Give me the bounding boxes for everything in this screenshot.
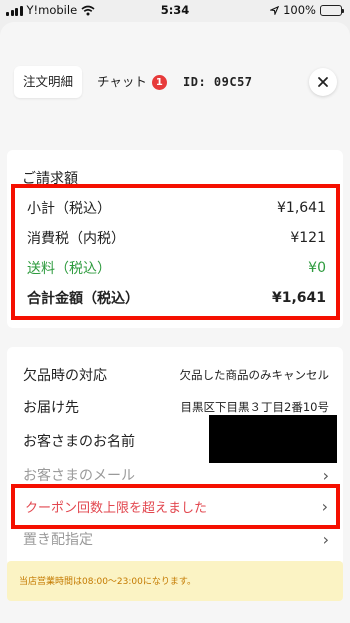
subtotal-row: 小計（税込） ¥1,641 — [27, 198, 326, 218]
chevron-right-icon: › — [321, 497, 328, 516]
tab-bar: 注文明細 チャット 1 ID: 09C57 — [0, 66, 350, 100]
close-icon — [318, 77, 328, 87]
coupon-row[interactable]: クーポン回数上限を超えました › — [25, 488, 328, 525]
leave-at-door-label: 置き配指定 — [23, 532, 93, 548]
chevron-right-icon: › — [322, 529, 329, 549]
customer-email-label: お客さまのメール — [23, 468, 135, 484]
coupon-message: クーポン回数上限を超えました — [25, 501, 208, 516]
shipping-row: 送料（税込） ¥0 — [27, 258, 326, 278]
tax-row: 消費税（内税） ¥121 — [27, 228, 326, 248]
order-id: ID: 09C57 — [183, 75, 253, 89]
business-hours-notice: 当店営業時間は08:00〜23:00になります。 — [7, 561, 343, 601]
subtotal-label: 小計（税込） — [27, 201, 111, 217]
battery-percent: 100% — [283, 3, 316, 17]
tab-chat-label: チャット — [97, 74, 147, 89]
close-button[interactable] — [309, 68, 337, 96]
total-row: 合計金額（税込） ¥1,641 — [27, 288, 326, 308]
subtotal-value: ¥1,641 — [277, 200, 326, 216]
chevron-right-icon: › — [322, 465, 329, 485]
business-hours-text: 当店営業時間は08:00〜23:00になります。 — [19, 577, 196, 587]
coupon-highlight-box: クーポン回数上限を超えました › — [11, 484, 340, 529]
tax-value: ¥121 — [290, 230, 326, 246]
delivery-address-value: 目黒区下目黒３丁目2番10号 — [180, 400, 329, 414]
status-bar: Y!mobile 5:34 100% — [0, 0, 350, 22]
out-of-stock-label: 欠品時の対応 — [23, 368, 107, 384]
order-sheet: 注文明細 チャット 1 ID: 09C57 ご請求額 小計（税込） ¥1,641… — [0, 22, 350, 623]
out-of-stock-row[interactable]: 欠品時の対応 欠品した商品のみキャンセル — [23, 365, 329, 385]
tab-chat[interactable]: チャット 1 — [97, 66, 167, 98]
tax-label: 消費税（内税） — [27, 231, 125, 247]
chat-unread-badge: 1 — [151, 74, 167, 90]
total-label: 合計金額（税込） — [27, 291, 139, 307]
billing-card: ご請求額 小計（税込） ¥1,641 消費税（内税） ¥121 送料（税込） ¥… — [7, 150, 343, 328]
leave-at-door-row[interactable]: 置き配指定 › — [23, 529, 329, 549]
out-of-stock-value: 欠品した商品のみキャンセル — [179, 368, 330, 382]
shipping-label: 送料（税込） — [27, 261, 111, 277]
customer-email-row[interactable]: お客さまのメール › — [23, 465, 329, 485]
billing-highlight-box: 小計（税込） ¥1,641 消費税（内税） ¥121 送料（税込） ¥0 合計金… — [11, 184, 340, 320]
status-right-group: 100% — [270, 3, 344, 17]
tab-order-details[interactable]: 注文明細 — [14, 66, 83, 98]
battery-icon — [320, 4, 344, 16]
delivery-address-label: お届け先 — [23, 400, 79, 416]
redacted-name-block — [209, 415, 337, 463]
customer-name-label: お客さまのお名前 — [23, 434, 135, 450]
order-details-card: 欠品時の対応 欠品した商品のみキャンセル お届け先 目黒区下目黒３丁目2番10号… — [7, 347, 343, 566]
shipping-value: ¥0 — [308, 260, 326, 276]
delivery-address-row[interactable]: お届け先 目黒区下目黒３丁目2番10号 — [23, 397, 329, 417]
location-arrow-icon — [270, 5, 280, 15]
total-value: ¥1,641 — [271, 290, 326, 306]
